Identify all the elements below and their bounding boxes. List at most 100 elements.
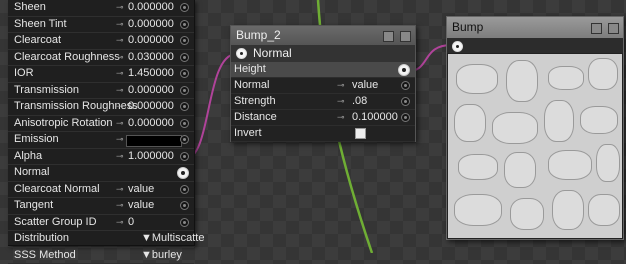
bump2-row-height[interactable]: Height [231, 62, 415, 78]
bump2-node[interactable]: Bump_2 Normal HeightNormal⊸valueStrength… [230, 25, 416, 142]
input-socket-icon[interactable] [180, 201, 189, 210]
input-socket-icon[interactable] [180, 218, 189, 227]
preview-toggle-icon[interactable] [608, 23, 619, 34]
input-socket-icon[interactable] [180, 69, 189, 78]
input-socket-icon[interactable] [180, 36, 189, 45]
principled-node[interactable]: Sheen⊸0.000000Sheen Tint⊸0.000000Clearco… [8, 0, 195, 246]
property-label: Sheen [14, 0, 46, 16]
link-icon[interactable]: ⊸ [116, 215, 124, 231]
property-value[interactable]: 0.000000 [128, 116, 174, 132]
input-socket-icon[interactable] [401, 81, 410, 90]
invert-checkbox[interactable] [355, 128, 366, 139]
property-row-transmission-roughness[interactable]: Transmission Roughness⊸0.000000 [8, 99, 194, 116]
bump2-title-bar[interactable]: Bump_2 [231, 26, 415, 45]
input-socket-icon[interactable] [180, 53, 189, 62]
preview-toggle-icon[interactable] [400, 31, 411, 42]
bump2-row-normal[interactable]: Normal⊸value [231, 78, 415, 94]
link-icon[interactable]: ⊸ [116, 0, 124, 16]
property-value[interactable]: 0.030000 [128, 50, 174, 66]
link-icon[interactable]: ⊸ [116, 116, 124, 132]
bump2-output-row[interactable]: Normal [231, 45, 415, 62]
link-icon[interactable]: ⊸ [116, 83, 124, 99]
input-socket-icon[interactable] [180, 102, 189, 111]
link-icon[interactable]: ⊸ [116, 182, 124, 198]
link-icon[interactable]: ⊸ [116, 66, 124, 82]
input-socket-icon[interactable] [401, 97, 410, 106]
property-label: Clearcoat Normal [14, 182, 100, 198]
property-row-clearcoat-roughness[interactable]: Clearcoat Roughness⊸0.030000 [8, 50, 194, 67]
property-label: Normal [14, 165, 49, 181]
property-label: Alpha [14, 149, 42, 165]
property-value[interactable]: 0.000000 [128, 99, 174, 115]
property-value[interactable]: value [128, 182, 154, 198]
input-socket-icon[interactable] [180, 20, 189, 29]
connected-input-socket-icon[interactable] [398, 64, 410, 76]
collapse-icon[interactable] [591, 23, 602, 34]
collapse-icon[interactable] [383, 31, 394, 42]
input-socket-icon[interactable] [180, 185, 189, 194]
property-row-scatter-group-id[interactable]: Scatter Group ID ⊸0 [8, 215, 194, 232]
property-label: Transmission [14, 83, 79, 99]
property-value[interactable]: 0.000000 [128, 83, 174, 99]
input-socket-icon[interactable] [180, 119, 189, 128]
link-icon[interactable]: ⊸ [116, 132, 124, 148]
input-socket-icon[interactable] [180, 3, 189, 12]
property-label: Tangent [14, 198, 53, 214]
property-row-distribution[interactable]: Distribution▼Multiscatte [8, 231, 194, 248]
bump-title-bar[interactable]: Bump [447, 17, 623, 38]
link-icon[interactable]: ⊸ [337, 78, 345, 93]
bump-image-node[interactable]: Bump [446, 16, 624, 240]
property-row-clearcoat[interactable]: Clearcoat ⊸0.000000 [8, 33, 194, 50]
property-value[interactable]: 0 [128, 215, 134, 231]
bump2-row-strength[interactable]: Strength⊸.08 [231, 94, 415, 110]
output-socket-icon[interactable] [452, 41, 463, 52]
link-icon[interactable]: ⊸ [337, 94, 345, 109]
link-icon[interactable]: ⊸ [116, 17, 124, 33]
dropdown-value[interactable]: ▼Multiscatte [141, 231, 204, 247]
property-row-tangent[interactable]: Tangent ⊸value [8, 198, 194, 215]
bump2-row-distance[interactable]: Distance⊸0.100000 [231, 110, 415, 126]
property-value[interactable]: 0.000000 [128, 17, 174, 33]
property-row-sheen[interactable]: Sheen ⊸0.000000 [8, 0, 194, 17]
link-icon[interactable]: ⊸ [116, 99, 124, 115]
property-value[interactable]: 0.000000 [128, 33, 174, 49]
link-icon[interactable]: ⊸ [337, 110, 345, 125]
property-row-normal[interactable]: Normal [8, 165, 194, 182]
color-swatch[interactable] [126, 135, 182, 147]
property-value[interactable]: 0.100000 [352, 110, 398, 125]
property-value[interactable]: value [128, 198, 154, 214]
input-socket-icon[interactable] [180, 135, 189, 144]
connected-input-socket-icon[interactable] [177, 167, 189, 179]
bump2-row-invert[interactable]: Invert [231, 126, 415, 142]
property-label: Scatter Group ID [14, 215, 97, 231]
property-label: Height [234, 62, 266, 77]
bump2-output-label: Normal [253, 46, 292, 60]
property-row-ior[interactable]: IOR⊸1.450000 [8, 66, 194, 83]
property-value[interactable]: 1.000000 [128, 149, 174, 165]
property-label: Clearcoat [14, 33, 61, 49]
property-row-sheen-tint[interactable]: Sheen Tint⊸0.000000 [8, 17, 194, 34]
texture-preview-image [448, 54, 622, 238]
property-value[interactable]: .08 [352, 94, 367, 109]
input-socket-icon[interactable] [401, 113, 410, 122]
property-value[interactable]: 1.450000 [128, 66, 174, 82]
property-value[interactable]: 0.000000 [128, 0, 174, 16]
property-label: SSS Method [14, 248, 76, 264]
property-row-transmission[interactable]: Transmission ⊸0.000000 [8, 83, 194, 100]
property-value[interactable]: value [352, 78, 378, 93]
property-row-alpha[interactable]: Alpha ⊸1.000000 [8, 149, 194, 166]
property-row-emission[interactable]: Emission⊸ [8, 132, 194, 149]
input-socket-icon[interactable] [180, 152, 189, 161]
property-row-anisotropic-rotation[interactable]: Anisotropic Rotation⊸0.000000 [8, 116, 194, 133]
link-icon[interactable]: ⊸ [116, 33, 124, 49]
output-socket-icon[interactable] [236, 48, 247, 59]
property-row-clearcoat-normal[interactable]: Clearcoat Normal ⊸value [8, 182, 194, 199]
link-icon[interactable]: ⊸ [116, 50, 124, 66]
bump-output-row[interactable] [447, 38, 623, 53]
property-row-sss-method[interactable]: SSS Method ▼burley [8, 248, 194, 264]
link-icon[interactable]: ⊸ [116, 149, 124, 165]
input-socket-icon[interactable] [180, 86, 189, 95]
link-icon[interactable]: ⊸ [116, 198, 124, 214]
dropdown-value[interactable]: ▼burley [141, 248, 182, 264]
property-label: Distribution [14, 231, 69, 247]
